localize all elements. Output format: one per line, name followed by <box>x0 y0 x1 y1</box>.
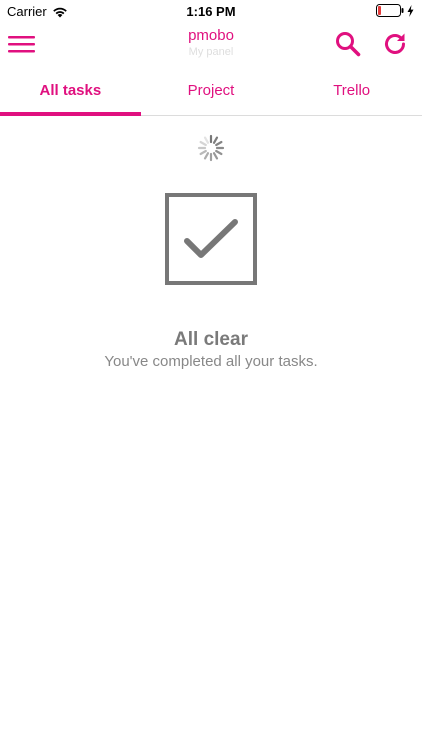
tab-bar: All tasks Project Trello <box>0 66 422 116</box>
tab-trello[interactable]: Trello <box>281 66 422 115</box>
status-right <box>376 4 414 17</box>
charging-bolt-icon <box>407 4 414 17</box>
checkmark-box-icon <box>165 193 257 285</box>
loading-spinner-icon <box>197 134 225 162</box>
tab-all-tasks[interactable]: All tasks <box>0 66 141 116</box>
refresh-button[interactable] <box>377 26 413 62</box>
checkmark-icon <box>184 219 238 258</box>
app-screen: Carrier 1:16 PM pmobo My panel All tasks… <box>0 0 422 750</box>
refresh-icon <box>385 33 405 54</box>
empty-state-subtitle: You've completed all your tasks. <box>104 353 318 370</box>
status-time: 1:16 PM <box>186 4 236 19</box>
navigation-bar: pmobo My panel <box>0 22 422 66</box>
search-icon <box>336 32 361 57</box>
empty-state-title: All clear <box>174 329 248 350</box>
battery-icon <box>376 4 404 17</box>
status-bar: Carrier 1:16 PM <box>0 0 422 22</box>
search-button[interactable] <box>330 26 366 62</box>
tab-project[interactable]: Project <box>141 66 282 115</box>
